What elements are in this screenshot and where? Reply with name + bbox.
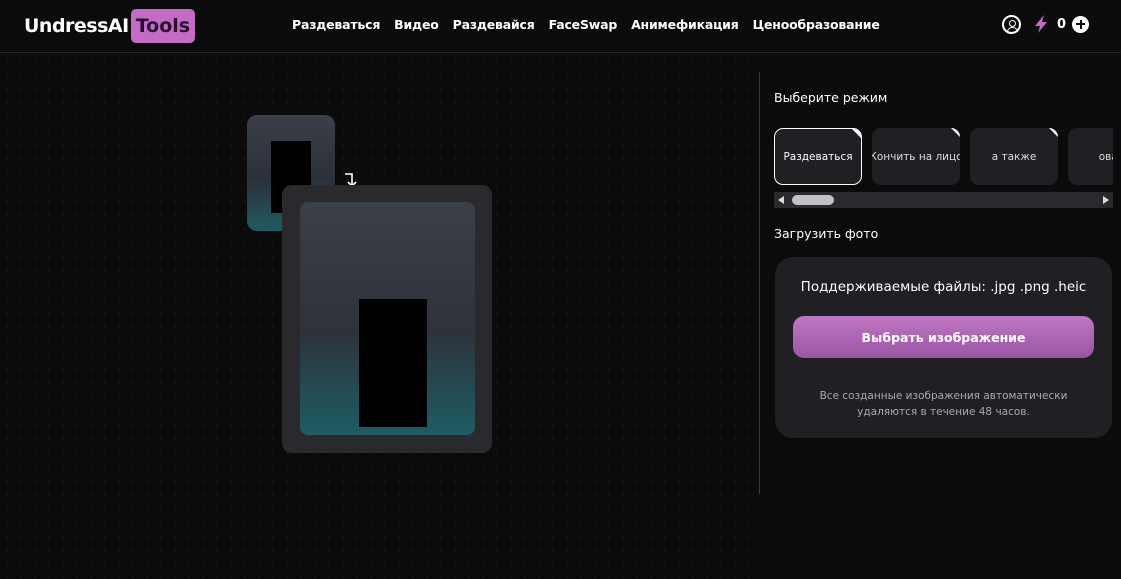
user-icon[interactable] [1001, 14, 1021, 34]
top-header: UndressAI Tools Раздеваться Видео Раздев… [0, 0, 1121, 53]
choose-image-button[interactable]: Выбрать изображение [793, 316, 1094, 358]
nav-item-faceswap[interactable]: FaceSwap [549, 17, 618, 32]
mode-item-face[interactable]: Кончить на лицо [872, 128, 960, 185]
main-nav: Раздеваться Видео Раздевайся FaceSwap Ан… [292, 17, 880, 32]
mode-item-also[interactable]: а также [970, 128, 1058, 185]
nav-item-pricing[interactable]: Ценообразование [753, 17, 880, 32]
nav-item-undress-2[interactable]: Раздевайся [453, 17, 535, 32]
scroll-left-icon[interactable] [778, 196, 784, 204]
nav-item-animefy[interactable]: Анимефикация [631, 17, 739, 32]
mode-scrollbar[interactable] [774, 192, 1113, 208]
scroll-right-icon[interactable] [1103, 196, 1109, 204]
credit-count: 0 [1056, 16, 1066, 32]
image-placeholder [359, 299, 427, 427]
upload-card: Поддерживаемые файлы: .jpg .png .heic Вы… [775, 257, 1112, 438]
upload-section-title: Загрузить фото [774, 226, 879, 241]
demo-area [0, 54, 758, 579]
mode-label: а также [991, 150, 1037, 163]
corner-fold-icon [1049, 128, 1058, 137]
deletion-note: Все созданные изображения автоматически … [819, 390, 1068, 418]
mode-carousel[interactable]: Раздеваться Кончить на лицо а также оват… [774, 128, 1113, 185]
demo-image-frame [282, 185, 492, 453]
mode-label: Раздеваться [783, 150, 853, 163]
panel-divider [759, 72, 760, 494]
logo-badge: Tools [130, 9, 196, 43]
logo-text: UndressAI [24, 15, 129, 37]
mode-item-undress[interactable]: Раздеваться [774, 128, 862, 185]
mode-label: ователь [1098, 150, 1113, 163]
mode-item-more[interactable]: ователь [1068, 128, 1113, 185]
mode-label: Кончить на лицо [872, 150, 960, 163]
nav-item-undress[interactable]: Раздеваться [292, 17, 380, 32]
site-logo[interactable]: UndressAI Tools [24, 8, 196, 44]
demo-image-after [300, 202, 475, 435]
add-credits-icon[interactable] [1072, 15, 1089, 33]
mode-section-title: Выберите режим [774, 90, 888, 105]
bolt-icon [1034, 15, 1047, 33]
header-actions: 0 [1001, 14, 1089, 34]
corner-fold-icon [951, 128, 960, 137]
corner-fold-icon [852, 129, 861, 138]
supported-formats: Поддерживаемые файлы: .jpg .png .heic [800, 279, 1087, 295]
scroll-thumb[interactable] [792, 195, 834, 205]
nav-item-video[interactable]: Видео [394, 17, 439, 32]
